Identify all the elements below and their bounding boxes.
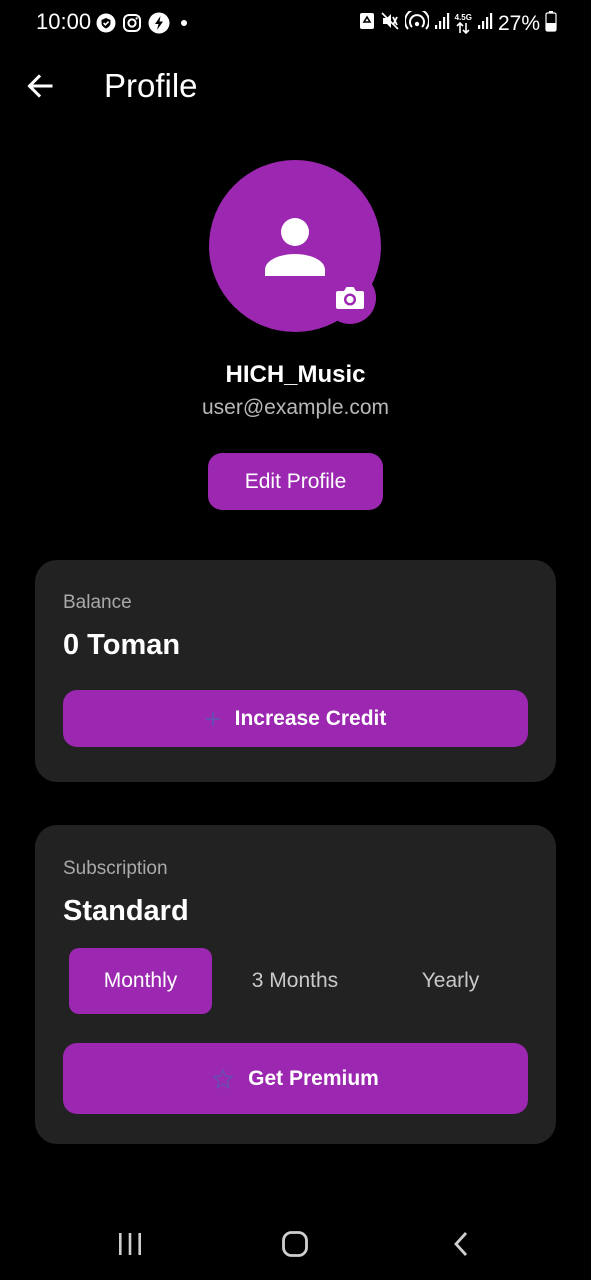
subscription-card: Subscription Standard Monthly 3 Months Y… — [35, 825, 556, 1144]
recents-icon — [119, 1233, 141, 1255]
increase-credit-button[interactable]: Increase Credit — [63, 690, 528, 747]
status-time: 10:00 — [36, 9, 92, 34]
username: HICH_Music — [225, 361, 366, 388]
balance-value: 0 Toman — [63, 629, 181, 661]
tab-3-months[interactable]: 3 Months — [221, 948, 369, 1014]
user-email: user@example.com — [201, 396, 390, 419]
home-icon — [282, 1231, 308, 1257]
signal-icon — [477, 11, 493, 36]
subscription-plan: Standard — [63, 895, 189, 927]
recycle-icon — [359, 11, 375, 36]
battery-icon — [545, 10, 557, 37]
signal-icon — [434, 11, 450, 36]
back-icon — [454, 1232, 468, 1256]
system-nav-bar — [0, 1208, 591, 1280]
back-button[interactable] — [24, 70, 56, 102]
page-title: Profile — [104, 67, 198, 104]
change-photo-button[interactable] — [324, 272, 376, 324]
shield-check-icon — [96, 13, 116, 33]
status-bar: 10:00 4.5G 27% — [0, 0, 591, 44]
status-system-icons: 4.5G 27% — [359, 8, 557, 37]
avatar[interactable] — [209, 160, 381, 332]
increase-credit-label: Increase Credit — [234, 706, 387, 730]
battery-percent: 27% — [497, 11, 540, 35]
camera-icon — [336, 287, 364, 309]
balance-card: Balance 0 Toman Increase Credit — [35, 560, 556, 782]
data-arrows-icon: 4.5G — [454, 12, 472, 34]
flash-app-icon — [148, 12, 170, 34]
period-selector: Monthly 3 Months Yearly — [69, 948, 522, 1014]
instagram-icon — [122, 13, 142, 33]
tab-monthly[interactable]: Monthly — [69, 948, 212, 1014]
system-back-button[interactable] — [441, 1224, 481, 1264]
arrow-left-icon — [27, 74, 53, 98]
dot-icon — [176, 13, 190, 33]
hotspot-icon — [403, 8, 430, 36]
edit-profile-button[interactable]: Edit Profile — [208, 453, 383, 510]
get-premium-label: Get Premium — [248, 1066, 379, 1090]
plus-icon — [205, 711, 221, 727]
tab-yearly[interactable]: Yearly — [379, 948, 522, 1014]
home-button[interactable] — [275, 1224, 315, 1264]
status-notification-icons — [96, 12, 190, 34]
person-icon — [265, 218, 325, 276]
star-icon — [212, 1068, 234, 1090]
balance-label: Balance — [63, 592, 132, 613]
subscription-label: Subscription — [63, 858, 168, 879]
get-premium-button[interactable]: Get Premium — [63, 1043, 528, 1114]
mute-icon — [380, 11, 400, 36]
network-type-label: 4.5G — [454, 12, 472, 22]
recents-button[interactable] — [110, 1224, 150, 1264]
